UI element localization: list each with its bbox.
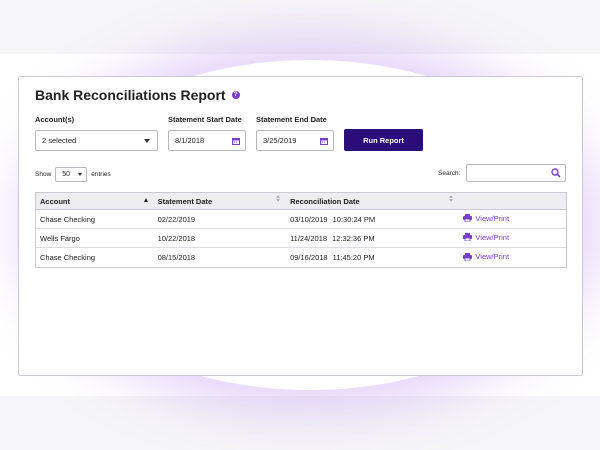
cell-reconciliation-date: 03/10/2019 10:30:24 PM [286,215,459,224]
view-print-link[interactable]: View/Print [463,252,509,261]
cell-statement-date: 10/22/2018 [157,233,196,243]
cell-reconciliation-date: 09/16/2018 11:45:20 PM [286,253,459,262]
sort-icon [449,194,454,202]
search-input[interactable] [466,164,566,182]
recon-date: 09/16/2018 [290,253,328,262]
recon-time: 10:30:24 PM [332,214,376,224]
table-row: Chase Checking 02/22/2019 03/10/2019 10:3… [36,210,566,229]
view-print-link[interactable]: View/Print [463,214,509,223]
cell-reconciliation-date: 11/24/2018 12:32:36 PM [286,234,459,243]
page-title: Bank Reconciliations Report [35,87,226,103]
search-icon[interactable] [551,168,561,178]
column-header-statement-date[interactable]: Statement Date [154,194,287,206]
table-header: Account Statement Date Reconciliation Da… [36,193,566,210]
start-date-input[interactable]: 8/1/2018 [168,130,246,151]
calendar-icon[interactable] [320,137,328,145]
cell-actions: View/Print [459,214,566,225]
calendar-icon[interactable] [232,137,240,145]
printer-icon [463,233,473,242]
start-date-value: 8/1/2018 [175,136,205,145]
view-print-link[interactable]: View/Print [463,233,509,242]
cell-account: Chase Checking [40,253,96,262]
sort-ascending-icon [143,197,148,202]
cell-actions: View/Print [459,252,566,263]
account-select[interactable]: 2 selected [35,130,158,151]
recon-date: 03/10/2019 [290,214,328,224]
page-background-bottom [0,396,600,450]
account-select-value: 2 selected [42,136,77,145]
start-date-label: Statement Start Date [168,115,242,124]
report-card: Bank Reconciliations Report ? Account(s)… [18,76,583,376]
view-print-label: View/Print [475,252,510,262]
cell-account: Chase Checking [40,214,96,224]
chevron-down-icon [144,139,150,143]
reconciliations-table: Account Statement Date Reconciliation Da… [35,192,567,268]
title-row: Bank Reconciliations Report ? [35,87,240,103]
header-label: Account [40,196,70,206]
run-report-button[interactable]: Run Report [344,129,423,151]
printer-icon [463,214,473,223]
printer-icon [463,252,473,261]
column-header-account[interactable]: Account [36,197,154,206]
end-date-value: 3/25/2019 [263,136,297,145]
cell-statement-date: 08/15/2018 [157,253,196,262]
recon-time: 12:32:36 PM [332,233,375,243]
header-label: Reconciliation Date [290,196,360,206]
show-label: Show [35,171,52,178]
page-background-top [0,0,600,54]
recon-time: 11:45:20 PM [332,253,375,262]
view-print-label: View/Print [475,232,510,242]
cell-statement-date: 02/22/2019 [157,214,196,224]
chevron-down-icon [78,173,83,176]
cell-account: Wells Fargo [40,233,80,243]
recon-date: 11/24/2018 [290,233,328,243]
entries-select[interactable]: 50 [55,167,88,182]
table-row: Wells Fargo 10/22/2018 11/24/2018 12:32:3… [36,229,566,248]
account-label: Account(s) [35,115,75,124]
help-icon[interactable]: ? [231,91,240,99]
entries-value: 50 [62,171,71,178]
cell-actions: View/Print [459,233,566,244]
header-label: Statement Date [157,196,213,206]
view-print-label: View/Print [475,213,510,223]
table-row: Chase Checking 08/15/2018 09/16/2018 11:4… [36,248,566,267]
sort-icon [276,194,281,202]
column-header-reconciliation-date[interactable]: Reconciliation Date [286,194,459,206]
entries-label: entries [91,171,111,178]
entries-control: Show 50 entries [35,167,111,182]
end-date-label: Statement End Date [256,115,327,124]
search-label: Search: [438,170,461,177]
end-date-input[interactable]: 3/25/2019 [256,130,334,151]
